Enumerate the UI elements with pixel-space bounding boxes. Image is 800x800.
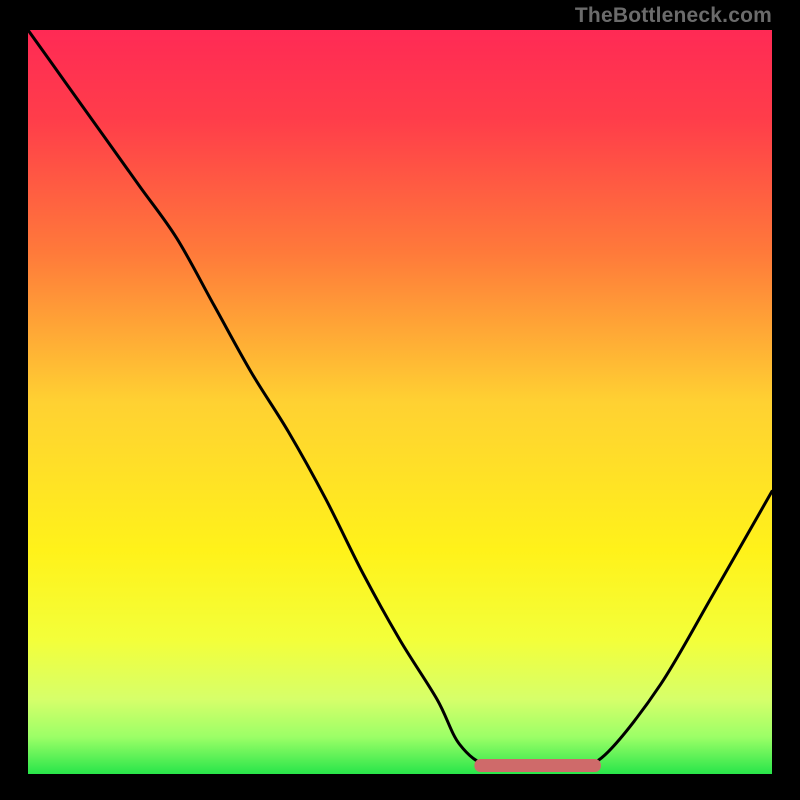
optimal-region-layer [28,30,772,774]
optimal-region-bar [474,759,600,772]
watermark-text: TheBottleneck.com [575,4,772,28]
plot-area [28,30,772,774]
chart-frame: TheBottleneck.com [0,0,800,800]
